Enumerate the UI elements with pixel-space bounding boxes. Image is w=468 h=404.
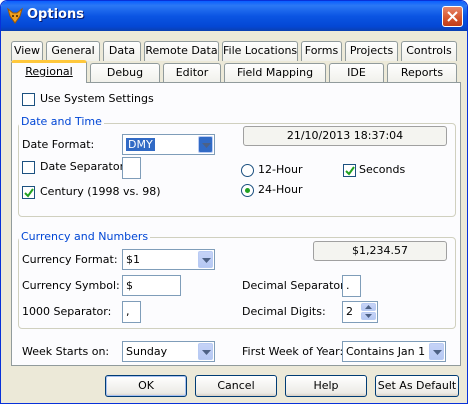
seconds-label: Seconds bbox=[359, 163, 406, 176]
currency-symbol-field[interactable]: $ bbox=[122, 275, 181, 296]
tab-remote-data[interactable]: Remote Data bbox=[144, 41, 219, 61]
tab-debug[interactable]: Debug bbox=[90, 63, 160, 83]
close-icon[interactable] bbox=[442, 6, 463, 27]
spin-up-icon[interactable] bbox=[361, 303, 376, 311]
chevron-down-icon[interactable] bbox=[429, 343, 444, 360]
set-as-default-button[interactable]: Set As Default bbox=[375, 375, 459, 397]
1000-separator-label: 1000 Separator: bbox=[22, 305, 112, 318]
tab-reports[interactable]: Reports bbox=[387, 63, 457, 83]
currency-format-combo[interactable]: $1 bbox=[122, 249, 215, 270]
spin-down-icon[interactable] bbox=[361, 312, 376, 320]
decimal-digits-label: Decimal Digits: bbox=[242, 305, 326, 318]
currency-numbers-group-title: Currency and Numbers bbox=[19, 230, 151, 243]
options-dialog: Options View General Data Remote Data Fi… bbox=[0, 0, 468, 404]
cancel-button[interactable]: Cancel bbox=[195, 375, 277, 397]
chevron-down-icon[interactable] bbox=[198, 251, 213, 268]
decimal-digits-spinner[interactable]: 2 bbox=[342, 301, 378, 323]
12-hour-label: 12-Hour bbox=[258, 163, 303, 176]
tab-regional[interactable]: Regional bbox=[11, 60, 87, 83]
24-hour-label: 24-Hour bbox=[258, 183, 303, 196]
date-format-value: DMY bbox=[126, 138, 155, 151]
first-week-label: First Week of Year: bbox=[242, 345, 344, 358]
century-label: Century (1998 vs. 98) bbox=[40, 185, 161, 198]
tab-data[interactable]: Data bbox=[103, 41, 141, 61]
date-separator-label: Date Separator: bbox=[40, 160, 128, 173]
window-title: Options bbox=[27, 7, 84, 22]
title-bar[interactable]: Options bbox=[1, 1, 467, 31]
ok-button[interactable]: OK bbox=[105, 375, 187, 397]
date-separator-field[interactable] bbox=[122, 157, 141, 179]
tab-forms[interactable]: Forms bbox=[301, 41, 342, 61]
use-system-settings-checkbox[interactable] bbox=[22, 93, 35, 106]
tab-file-locations[interactable]: File Locations bbox=[222, 41, 298, 61]
12-hour-radio[interactable] bbox=[241, 164, 254, 177]
decimal-separator-label: Decimal Separator: bbox=[242, 279, 349, 292]
first-week-combo[interactable]: Contains Jan 1 bbox=[342, 341, 446, 362]
fox-icon bbox=[6, 7, 24, 25]
date-time-group-title: Date and Time bbox=[19, 115, 104, 128]
century-checkbox[interactable] bbox=[22, 186, 35, 199]
regional-panel: Use System Settings Date and Time Date F… bbox=[11, 82, 461, 366]
help-button[interactable]: Help bbox=[285, 375, 367, 397]
seconds-checkbox[interactable] bbox=[343, 164, 356, 177]
date-separator-checkbox[interactable] bbox=[22, 161, 35, 174]
dialog-client: View General Data Remote Data File Locat… bbox=[5, 31, 463, 401]
decimal-separator-field[interactable]: . bbox=[342, 275, 361, 297]
date-format-label: Date Format: bbox=[22, 138, 95, 151]
1000-separator-field[interactable]: , bbox=[122, 301, 141, 323]
datetime-display: 21/10/2013 18:37:04 bbox=[243, 126, 447, 146]
chevron-down-icon[interactable] bbox=[198, 343, 213, 360]
currency-symbol-label: Currency Symbol: bbox=[22, 279, 120, 292]
tab-controls[interactable]: Controls bbox=[401, 41, 457, 61]
chevron-down-icon[interactable] bbox=[198, 136, 213, 153]
tab-field-mapping[interactable]: Field Mapping bbox=[224, 63, 326, 83]
week-starts-combo[interactable]: Sunday bbox=[122, 341, 215, 362]
date-format-combo[interactable]: DMY bbox=[122, 134, 215, 155]
use-system-settings-label: Use System Settings bbox=[40, 92, 154, 105]
week-starts-label: Week Starts on: bbox=[22, 345, 110, 358]
tab-projects[interactable]: Projects bbox=[345, 41, 398, 61]
currency-format-label: Currency Format: bbox=[22, 253, 118, 266]
tab-general[interactable]: General bbox=[46, 41, 100, 61]
tab-editor[interactable]: Editor bbox=[163, 63, 221, 83]
24-hour-radio[interactable] bbox=[241, 184, 254, 197]
currency-display: $1,234.57 bbox=[313, 241, 447, 261]
tab-ide[interactable]: IDE bbox=[329, 63, 384, 83]
tab-view[interactable]: View bbox=[11, 41, 43, 61]
